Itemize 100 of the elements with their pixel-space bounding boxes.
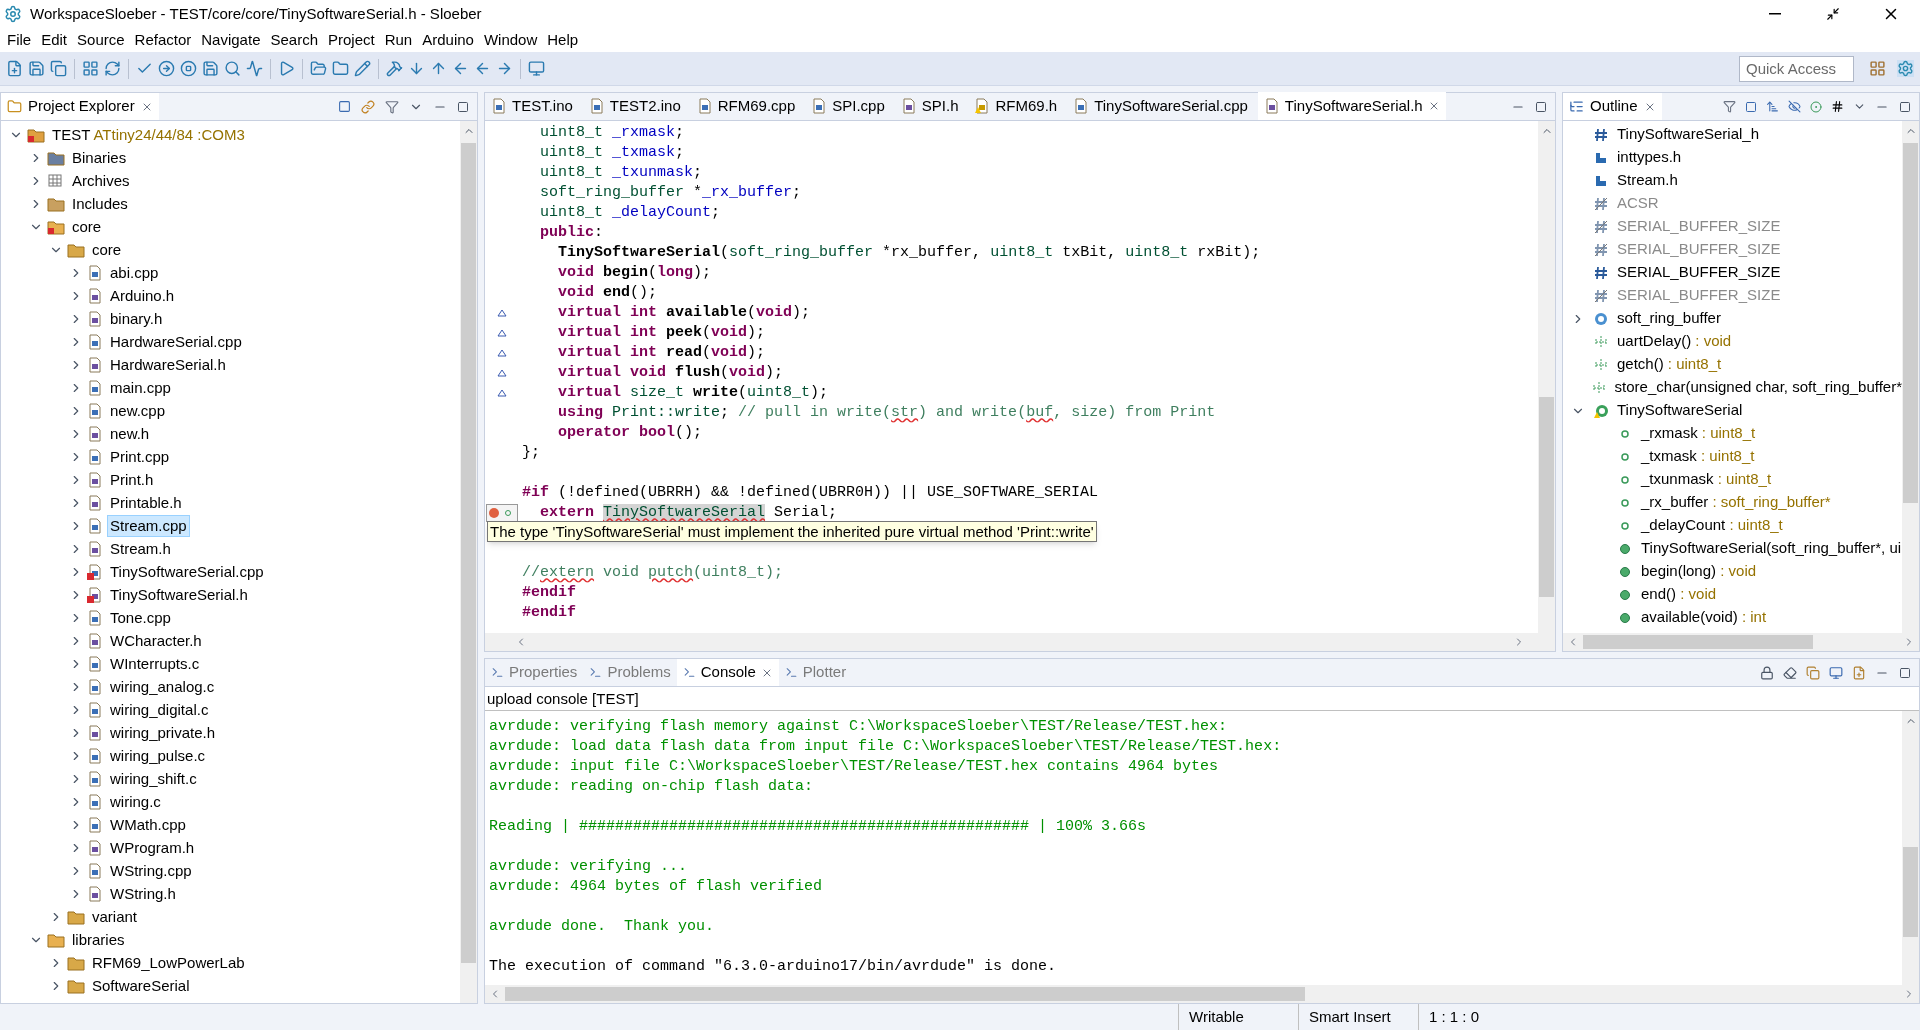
toolbar-icon[interactable] <box>278 60 295 77</box>
toolbar-icon[interactable] <box>408 60 425 77</box>
tree-item[interactable]: wiring_private.h <box>107 721 219 744</box>
outline-item[interactable]: _txunmask : uint8_t <box>1641 468 1772 491</box>
override-marker-icon[interactable] <box>497 309 507 317</box>
maximize-icon[interactable] <box>1535 100 1547 113</box>
menu-item[interactable]: Run <box>379 28 418 52</box>
toolbar-icon[interactable] <box>246 60 263 77</box>
toolbar-icon[interactable] <box>104 60 121 77</box>
vertical-scrollbar[interactable] <box>1902 121 1919 633</box>
menu-item[interactable]: Search <box>265 28 323 52</box>
view-tab[interactable]: Properties <box>485 659 584 686</box>
toolbar-icon[interactable] <box>50 60 67 77</box>
toolbar-icon[interactable] <box>202 60 219 77</box>
toolbar-icon[interactable] <box>28 60 45 77</box>
toolbar-icon[interactable] <box>430 60 447 77</box>
tree-item[interactable]: wiring.c <box>107 790 164 813</box>
outline-item[interactable]: soft_ring_buffer <box>1617 307 1721 330</box>
toolbar-icon[interactable] <box>354 60 371 77</box>
new-console-icon[interactable] <box>1852 665 1866 680</box>
tree-item[interactable]: abi.cpp <box>107 261 162 284</box>
menu-item[interactable]: Navigate <box>196 28 266 52</box>
filter-icon[interactable] <box>385 99 399 114</box>
maximize-icon[interactable] <box>457 100 469 113</box>
tree-item[interactable]: main.cpp <box>107 376 174 399</box>
outline-item[interactable]: _delayCount : uint8_t <box>1641 514 1783 537</box>
outline-item[interactable]: begin(long) : void <box>1641 560 1757 583</box>
tree-item[interactable]: Printable.h <box>107 491 185 514</box>
override-marker-icon[interactable] <box>497 329 507 337</box>
vertical-scrollbar[interactable] <box>1538 121 1555 633</box>
display-console-icon[interactable] <box>1829 665 1843 680</box>
tree-item[interactable]: Archives <box>69 169 133 192</box>
tree-item[interactable]: TinySoftwareSerial.h <box>107 583 251 606</box>
scroll-lock-icon[interactable] <box>1760 665 1774 680</box>
menu-item[interactable]: File <box>2 28 37 52</box>
tree-item[interactable]: core <box>69 215 105 238</box>
toolbar-icon[interactable] <box>310 60 327 77</box>
collapse-all-icon[interactable] <box>1745 100 1757 113</box>
editor-tab[interactable]: TEST2.ino <box>582 92 687 120</box>
toolbar-icon[interactable] <box>82 60 99 77</box>
view-tab[interactable]: Project Explorer <box>1 93 159 120</box>
tree-item[interactable]: WMath.cpp <box>107 813 189 836</box>
outline-item[interactable]: _rxmask : uint8_t <box>1641 422 1756 445</box>
toolbar-icon[interactable] <box>158 60 175 77</box>
outline-item[interactable]: uartDelay() : void <box>1617 330 1732 353</box>
tree-item[interactable]: Binaries <box>69 146 130 169</box>
outline-item[interactable]: TinySoftwareSerial <box>1617 399 1743 422</box>
filter-icon[interactable] <box>1723 100 1736 113</box>
menu-item[interactable]: Project <box>323 28 380 52</box>
outline-item[interactable]: TinySoftwareSerial(soft_ring_buffer*, ui <box>1641 537 1902 560</box>
tree-item[interactable]: Stream.cpp <box>107 514 190 537</box>
menu-item[interactable]: Window <box>478 28 543 52</box>
editor-tab[interactable]: TinySoftwareSerial.h <box>1257 92 1446 120</box>
outline-item[interactable]: store_char(unsigned char, soft_ring_buffer* <box>1614 376 1902 399</box>
hash-icon[interactable] <box>1831 100 1844 113</box>
editor-tab[interactable]: RFM69.cpp <box>690 92 802 120</box>
pin-console-icon[interactable] <box>1806 665 1820 680</box>
clear-console-icon[interactable] <box>1783 665 1797 680</box>
editor-tab[interactable]: SPI.h <box>894 92 965 120</box>
outline-item[interactable]: getch() : uint8_t <box>1617 353 1722 376</box>
outline-item[interactable]: _rx_buffer : soft_ring_buffer* <box>1641 491 1831 514</box>
tree-item[interactable]: wiring_shift.c <box>107 767 200 790</box>
menu-item[interactable]: Edit <box>36 28 73 52</box>
view-tab[interactable]: Outline <box>1563 93 1662 120</box>
tree-item[interactable]: wiring_pulse.c <box>107 744 209 767</box>
menu-item[interactable]: Help <box>542 28 584 52</box>
perspective-icon[interactable] <box>1897 60 1914 77</box>
override-marker-icon[interactable] <box>497 349 507 357</box>
maximize-icon[interactable] <box>1899 666 1911 679</box>
outline-item[interactable]: TinySoftwareSerial_h <box>1617 123 1759 146</box>
editor-tab[interactable]: TEST.ino <box>485 92 579 120</box>
outline-item[interactable]: SERIAL_BUFFER_SIZE <box>1617 261 1781 284</box>
tree-item[interactable]: binary.h <box>107 307 166 330</box>
editor-tab[interactable]: SPI.cpp <box>805 92 891 120</box>
tree-item[interactable]: HardwareSerial.cpp <box>107 330 245 353</box>
sort-icon[interactable] <box>1766 100 1779 113</box>
tree-item[interactable]: Print.cpp <box>107 445 173 468</box>
vertical-scrollbar[interactable] <box>460 121 477 1003</box>
tree-item[interactable]: new.h <box>107 422 153 445</box>
tree-item[interactable]: WInterrupts.c <box>107 652 203 675</box>
tree-item[interactable]: TinySoftwareSerial.cpp <box>107 560 267 583</box>
tree-item[interactable]: Tone.cpp <box>107 606 174 629</box>
quick-access-field[interactable]: Quick Access <box>1739 55 1854 82</box>
override-marker-icon[interactable] <box>497 389 507 397</box>
hide-fields-icon[interactable] <box>1788 100 1801 113</box>
outline-item[interactable]: _txmask : uint8_t <box>1641 445 1755 468</box>
tree-item[interactable]: WProgram.h <box>107 836 198 859</box>
toolbar-icon[interactable] <box>180 60 197 77</box>
tree-item[interactable]: WString.h <box>107 882 179 905</box>
tree-item[interactable]: RFM69_LowPowerLab <box>89 951 248 974</box>
tree-item[interactable]: HardwareSerial.h <box>107 353 229 376</box>
override-marker-icon[interactable] <box>497 369 507 377</box>
tree-item[interactable]: Arduino.h <box>107 284 178 307</box>
editor-tab[interactable]: TinySoftwareSerial.cpp <box>1067 92 1254 120</box>
tree-item[interactable]: Print.h <box>107 468 157 491</box>
tree-item[interactable]: Includes <box>69 192 131 215</box>
view-tab[interactable]: Problems <box>583 659 677 686</box>
toolbar-icon[interactable] <box>452 60 469 77</box>
tree-item[interactable]: wiring_digital.c <box>107 698 212 721</box>
view-tab[interactable]: Console <box>676 659 779 686</box>
